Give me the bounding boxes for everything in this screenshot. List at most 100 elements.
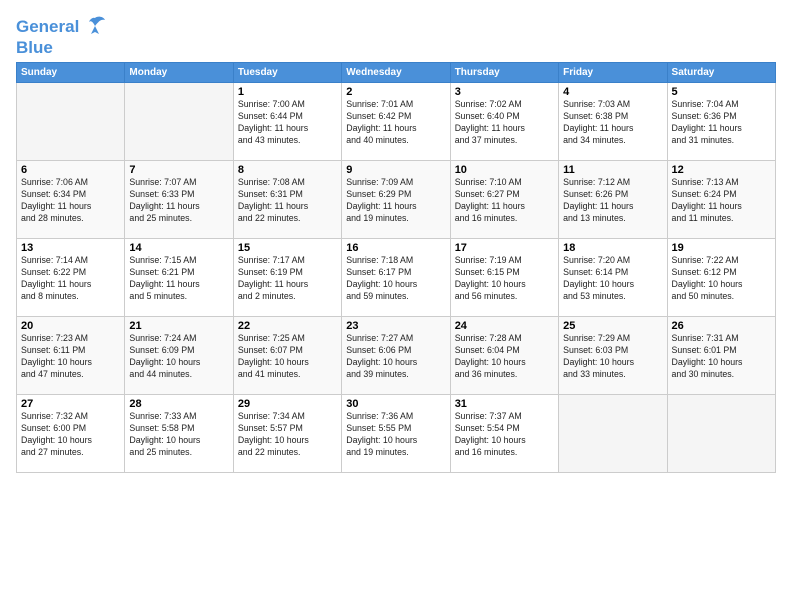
day-number: 4 — [563, 86, 662, 98]
day-info: Sunrise: 7:19 AMSunset: 6:15 PMDaylight:… — [455, 255, 554, 303]
day-number: 25 — [563, 320, 662, 332]
calendar-week-row: 20Sunrise: 7:23 AMSunset: 6:11 PMDayligh… — [17, 317, 776, 395]
day-number: 22 — [238, 320, 337, 332]
day-number: 28 — [129, 398, 228, 410]
calendar-cell: 13Sunrise: 7:14 AMSunset: 6:22 PMDayligh… — [17, 239, 125, 317]
weekday-header-monday: Monday — [125, 63, 233, 83]
calendar-cell: 26Sunrise: 7:31 AMSunset: 6:01 PMDayligh… — [667, 317, 775, 395]
day-info: Sunrise: 7:07 AMSunset: 6:33 PMDaylight:… — [129, 177, 228, 225]
day-info: Sunrise: 7:09 AMSunset: 6:29 PMDaylight:… — [346, 177, 445, 225]
calendar-cell: 21Sunrise: 7:24 AMSunset: 6:09 PMDayligh… — [125, 317, 233, 395]
calendar-week-row: 27Sunrise: 7:32 AMSunset: 6:00 PMDayligh… — [17, 395, 776, 473]
day-number: 8 — [238, 164, 337, 176]
day-info: Sunrise: 7:08 AMSunset: 6:31 PMDaylight:… — [238, 177, 337, 225]
day-info: Sunrise: 7:31 AMSunset: 6:01 PMDaylight:… — [672, 333, 771, 381]
calendar-cell: 6Sunrise: 7:06 AMSunset: 6:34 PMDaylight… — [17, 161, 125, 239]
calendar-table: SundayMondayTuesdayWednesdayThursdayFrid… — [16, 62, 776, 473]
day-info: Sunrise: 7:04 AMSunset: 6:36 PMDaylight:… — [672, 99, 771, 147]
day-number: 29 — [238, 398, 337, 410]
day-number: 13 — [21, 242, 120, 254]
day-info: Sunrise: 7:37 AMSunset: 5:54 PMDaylight:… — [455, 411, 554, 459]
calendar-cell: 25Sunrise: 7:29 AMSunset: 6:03 PMDayligh… — [559, 317, 667, 395]
calendar-cell: 30Sunrise: 7:36 AMSunset: 5:55 PMDayligh… — [342, 395, 450, 473]
day-number: 27 — [21, 398, 120, 410]
header: General Blue — [16, 12, 776, 58]
day-number: 18 — [563, 242, 662, 254]
day-number: 1 — [238, 86, 337, 98]
day-info: Sunrise: 7:23 AMSunset: 6:11 PMDaylight:… — [21, 333, 120, 381]
day-number: 7 — [129, 164, 228, 176]
day-number: 15 — [238, 242, 337, 254]
calendar-cell — [17, 83, 125, 161]
calendar-cell: 15Sunrise: 7:17 AMSunset: 6:19 PMDayligh… — [233, 239, 341, 317]
calendar-week-row: 13Sunrise: 7:14 AMSunset: 6:22 PMDayligh… — [17, 239, 776, 317]
weekday-header-wednesday: Wednesday — [342, 63, 450, 83]
calendar-cell: 11Sunrise: 7:12 AMSunset: 6:26 PMDayligh… — [559, 161, 667, 239]
calendar-cell: 12Sunrise: 7:13 AMSunset: 6:24 PMDayligh… — [667, 161, 775, 239]
day-info: Sunrise: 7:02 AMSunset: 6:40 PMDaylight:… — [455, 99, 554, 147]
day-info: Sunrise: 7:06 AMSunset: 6:34 PMDaylight:… — [21, 177, 120, 225]
calendar-cell: 17Sunrise: 7:19 AMSunset: 6:15 PMDayligh… — [450, 239, 558, 317]
day-info: Sunrise: 7:12 AMSunset: 6:26 PMDaylight:… — [563, 177, 662, 225]
day-info: Sunrise: 7:03 AMSunset: 6:38 PMDaylight:… — [563, 99, 662, 147]
calendar-cell: 20Sunrise: 7:23 AMSunset: 6:11 PMDayligh… — [17, 317, 125, 395]
calendar-cell: 7Sunrise: 7:07 AMSunset: 6:33 PMDaylight… — [125, 161, 233, 239]
day-info: Sunrise: 7:01 AMSunset: 6:42 PMDaylight:… — [346, 99, 445, 147]
day-info: Sunrise: 7:33 AMSunset: 5:58 PMDaylight:… — [129, 411, 228, 459]
calendar-cell: 2Sunrise: 7:01 AMSunset: 6:42 PMDaylight… — [342, 83, 450, 161]
day-info: Sunrise: 7:13 AMSunset: 6:24 PMDaylight:… — [672, 177, 771, 225]
calendar-cell: 1Sunrise: 7:00 AMSunset: 6:44 PMDaylight… — [233, 83, 341, 161]
day-info: Sunrise: 7:22 AMSunset: 6:12 PMDaylight:… — [672, 255, 771, 303]
day-number: 3 — [455, 86, 554, 98]
day-number: 24 — [455, 320, 554, 332]
day-number: 19 — [672, 242, 771, 254]
calendar-cell: 3Sunrise: 7:02 AMSunset: 6:40 PMDaylight… — [450, 83, 558, 161]
calendar-cell: 23Sunrise: 7:27 AMSunset: 6:06 PMDayligh… — [342, 317, 450, 395]
calendar-cell — [125, 83, 233, 161]
calendar-cell: 10Sunrise: 7:10 AMSunset: 6:27 PMDayligh… — [450, 161, 558, 239]
day-info: Sunrise: 7:36 AMSunset: 5:55 PMDaylight:… — [346, 411, 445, 459]
day-number: 6 — [21, 164, 120, 176]
calendar-cell: 28Sunrise: 7:33 AMSunset: 5:58 PMDayligh… — [125, 395, 233, 473]
day-info: Sunrise: 7:17 AMSunset: 6:19 PMDaylight:… — [238, 255, 337, 303]
calendar-cell: 24Sunrise: 7:28 AMSunset: 6:04 PMDayligh… — [450, 317, 558, 395]
day-info: Sunrise: 7:25 AMSunset: 6:07 PMDaylight:… — [238, 333, 337, 381]
day-number: 12 — [672, 164, 771, 176]
day-number: 17 — [455, 242, 554, 254]
weekday-header-tuesday: Tuesday — [233, 63, 341, 83]
day-number: 23 — [346, 320, 445, 332]
day-info: Sunrise: 7:00 AMSunset: 6:44 PMDaylight:… — [238, 99, 337, 147]
day-number: 10 — [455, 164, 554, 176]
calendar-cell: 4Sunrise: 7:03 AMSunset: 6:38 PMDaylight… — [559, 83, 667, 161]
calendar-cell: 27Sunrise: 7:32 AMSunset: 6:00 PMDayligh… — [17, 395, 125, 473]
day-info: Sunrise: 7:14 AMSunset: 6:22 PMDaylight:… — [21, 255, 120, 303]
calendar-week-row: 1Sunrise: 7:00 AMSunset: 6:44 PMDaylight… — [17, 83, 776, 161]
calendar-cell: 14Sunrise: 7:15 AMSunset: 6:21 PMDayligh… — [125, 239, 233, 317]
calendar-cell — [667, 395, 775, 473]
day-info: Sunrise: 7:24 AMSunset: 6:09 PMDaylight:… — [129, 333, 228, 381]
day-number: 21 — [129, 320, 228, 332]
day-number: 30 — [346, 398, 445, 410]
day-number: 26 — [672, 320, 771, 332]
day-number: 16 — [346, 242, 445, 254]
logo-blue: Blue — [16, 38, 53, 58]
calendar-cell: 22Sunrise: 7:25 AMSunset: 6:07 PMDayligh… — [233, 317, 341, 395]
logo-general: General — [16, 17, 79, 36]
day-info: Sunrise: 7:27 AMSunset: 6:06 PMDaylight:… — [346, 333, 445, 381]
calendar-cell: 29Sunrise: 7:34 AMSunset: 5:57 PMDayligh… — [233, 395, 341, 473]
calendar-cell — [559, 395, 667, 473]
weekday-header-sunday: Sunday — [17, 63, 125, 83]
weekday-header-saturday: Saturday — [667, 63, 775, 83]
calendar-week-row: 6Sunrise: 7:06 AMSunset: 6:34 PMDaylight… — [17, 161, 776, 239]
calendar-cell: 9Sunrise: 7:09 AMSunset: 6:29 PMDaylight… — [342, 161, 450, 239]
day-info: Sunrise: 7:15 AMSunset: 6:21 PMDaylight:… — [129, 255, 228, 303]
day-number: 11 — [563, 164, 662, 176]
calendar-cell: 18Sunrise: 7:20 AMSunset: 6:14 PMDayligh… — [559, 239, 667, 317]
weekday-header-thursday: Thursday — [450, 63, 558, 83]
logo-bird-icon — [81, 12, 109, 40]
day-number: 5 — [672, 86, 771, 98]
day-info: Sunrise: 7:20 AMSunset: 6:14 PMDaylight:… — [563, 255, 662, 303]
calendar-cell: 8Sunrise: 7:08 AMSunset: 6:31 PMDaylight… — [233, 161, 341, 239]
day-number: 9 — [346, 164, 445, 176]
calendar-cell: 16Sunrise: 7:18 AMSunset: 6:17 PMDayligh… — [342, 239, 450, 317]
